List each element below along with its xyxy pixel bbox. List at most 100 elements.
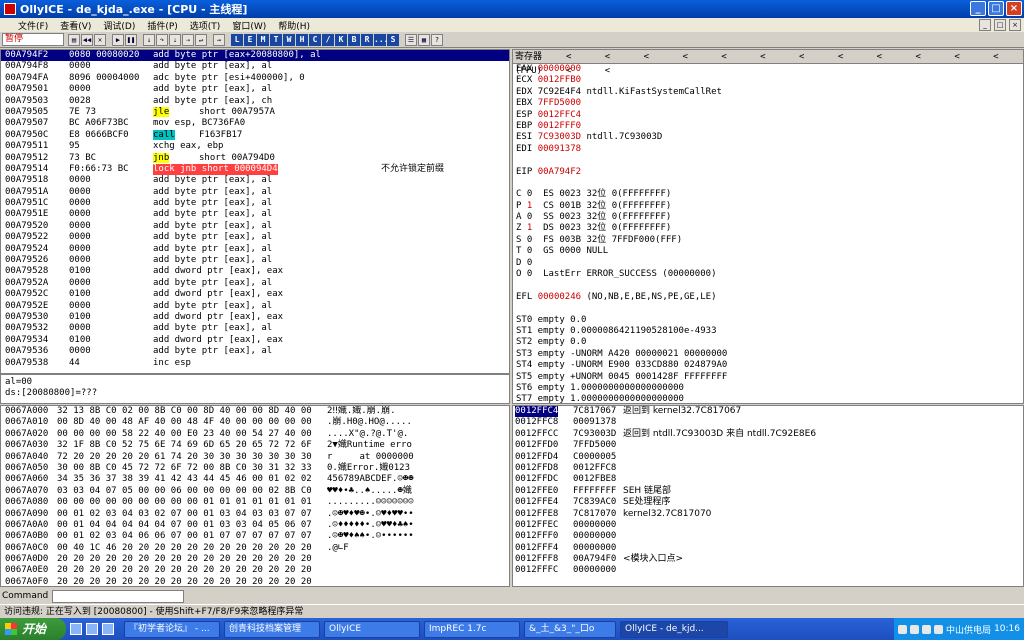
dump-row[interactable]: 0067A0E0 20 20 20 20 20 20 20 20 20 20 20…: [1, 565, 509, 576]
disasm-row[interactable]: 00A79520 0000 add byte ptr [eax], al: [1, 221, 509, 232]
toolbar-m-button[interactable]: M: [257, 33, 269, 46]
disasm-row[interactable]: 00A7951E 0000 add byte ptr [eax], al: [1, 209, 509, 220]
disasm-row[interactable]: 00A79524 0000 add byte ptr [eax], al: [1, 244, 509, 255]
dump-row[interactable]: 0067A010 00 8D 40 00 48 AF 40 00 48 4F 40…: [1, 417, 509, 428]
menu-debug[interactable]: 调试(D): [103, 19, 135, 32]
menu-help[interactable]: 帮助(H): [278, 19, 310, 32]
disasm-row[interactable]: 00A7952A 0000 add byte ptr [eax], al: [1, 278, 509, 289]
goto-icon[interactable]: →: [213, 33, 225, 46]
register-line[interactable]: EDX 7C92E4F4 ntdll.KiFastSystemCallRet: [513, 87, 1023, 98]
register-line[interactable]: P 1 CS 001B 32位 0(FFFFFFFF): [513, 201, 1023, 212]
step-into-icon[interactable]: ↓: [143, 33, 155, 46]
taskbar-button[interactable]: 创青科技档案管理: [224, 620, 320, 638]
taskbar-button[interactable]: OllyICE: [324, 620, 420, 638]
stack-row[interactable]: 0012FFCC 7C93003D 返回到 ntdll.7C93003D 来自 nt…: [513, 429, 1023, 440]
disasm-row[interactable]: 00A7951C 0000 add byte ptr [eax], al: [1, 198, 509, 209]
register-line[interactable]: ST1 empty 0.0000086421190528100e-4933: [513, 326, 1023, 337]
disasm-row[interactable]: 00A794F8 0000 add byte ptr [eax], al: [1, 61, 509, 72]
stack-pane[interactable]: 0012FFC4 7C817067 返回到 kernel32.7C817067 001…: [512, 405, 1024, 587]
dump-row[interactable]: 0067A080 00 00 00 00 00 00 00 00 00 01 01…: [1, 497, 509, 508]
stack-row[interactable]: 0012FFF8 00A794F0 <模块入口点>: [513, 554, 1023, 565]
register-line[interactable]: ST0 empty 0.0: [513, 315, 1023, 326]
register-line[interactable]: [513, 303, 1023, 314]
start-button[interactable]: 开始: [0, 618, 66, 640]
memory-dump-pane[interactable]: 0067A000 32 13 8B C0 02 00 8B C0 00 8D 40…: [0, 405, 510, 587]
dump-row[interactable]: 0067A040 72 20 20 20 20 20 61 74 20 30 30…: [1, 452, 509, 463]
pause-icon[interactable]: ❚❚: [125, 33, 137, 46]
register-line[interactable]: ST2 empty 0.0: [513, 337, 1023, 348]
dump-row[interactable]: 0067A000 32 13 8B C0 02 00 8B C0 00 8D 40…: [1, 406, 509, 417]
toolbar-r-button[interactable]: R: [361, 33, 373, 46]
quicklaunch-ie-icon[interactable]: [70, 623, 82, 635]
toolbar-s-button[interactable]: S: [387, 33, 399, 46]
trace-over-icon[interactable]: ⇢: [182, 33, 194, 46]
register-line[interactable]: ST7 empty 1.0000000000000000000: [513, 394, 1023, 403]
mdi-close-button[interactable]: ×: [1009, 19, 1021, 31]
register-line[interactable]: Z 1 DS 0023 32位 0(FFFFFFFF): [513, 223, 1023, 234]
register-line[interactable]: O 0 LastErr ERROR_SUCCESS (00000000): [513, 269, 1023, 280]
help-icon[interactable]: ?: [431, 33, 443, 46]
dump-row[interactable]: 0067A060 34 35 36 37 38 39 41 42 43 44 45…: [1, 474, 509, 485]
disasm-row[interactable]: 00A79536 0000 add byte ptr [eax], al: [1, 346, 509, 357]
dump-row[interactable]: 0067A070 03 03 04 07 05 00 00 06 00 00 00…: [1, 486, 509, 497]
command-input[interactable]: [52, 589, 185, 603]
register-line[interactable]: EBX 7FFD5000: [513, 98, 1023, 109]
register-line[interactable]: EIP 00A794F2: [513, 167, 1023, 178]
dump-row[interactable]: 0067A050 30 00 8B C0 45 72 72 6F 72 00 8B…: [1, 463, 509, 474]
stack-row[interactable]: 0012FFEC 00000000: [513, 520, 1023, 531]
taskbar-button[interactable]: ImpREC 1.7c: [424, 620, 520, 638]
disasm-row[interactable]: 00A79514 F0:66:73 BC lock jnb short 000094…: [1, 163, 509, 176]
register-line[interactable]: D 0: [513, 258, 1023, 269]
register-line[interactable]: S 0 FS 003B 32位 7FFDF000(FFF): [513, 235, 1023, 246]
toolbar-b-button[interactable]: B: [348, 33, 360, 46]
toolbar-e-button[interactable]: E: [244, 33, 256, 46]
step-over-icon[interactable]: ↷: [156, 33, 168, 46]
taskbar-button[interactable]: &_土_&3_"_口o: [524, 620, 616, 638]
menu-window[interactable]: 窗口(W): [232, 19, 266, 32]
open-icon[interactable]: ▤: [68, 33, 80, 46]
disasm-row[interactable]: 00A79522 0000 add byte ptr [eax], al: [1, 232, 509, 243]
toolbar-t-button[interactable]: T: [270, 33, 282, 46]
toolbar-dots-button[interactable]: ...: [374, 33, 388, 46]
tray-icon[interactable]: [922, 624, 932, 634]
disasm-row[interactable]: 00A794F2 0080 00080020 add byte ptr [eax+2…: [1, 50, 509, 62]
dump-row[interactable]: 0067A0F0 20 20 20 20 20 20 20 20 20 20 20…: [1, 577, 509, 586]
toolbar-slash-button[interactable]: /: [322, 33, 334, 46]
dump-row[interactable]: 0067A020 00 00 00 00 58 22 40 00 E0 23 40…: [1, 429, 509, 440]
registers-pane[interactable]: 寄存器 (FPU) < < < < < < < < < < < < < < EA…: [512, 49, 1024, 404]
disasm-row[interactable]: 00A79512 73 BC jnb short 00A794D0: [1, 152, 509, 164]
stack-row[interactable]: 0012FFC8 00091378: [513, 417, 1023, 428]
disasm-row[interactable]: 00A79503 0028 add byte ptr [eax], ch: [1, 96, 509, 107]
maximize-button[interactable]: □: [988, 1, 1004, 16]
close-process-icon[interactable]: ✕: [94, 33, 106, 46]
toolbar-w-button[interactable]: W: [283, 33, 295, 46]
tray-icon[interactable]: [934, 624, 944, 634]
register-line[interactable]: C 0 ES 0023 32位 0(FFFFFFFF): [513, 189, 1023, 200]
register-line[interactable]: EFL 00000246 (NO,NB,E,BE,NS,PE,GE,LE): [513, 292, 1023, 303]
tray-icon[interactable]: [898, 624, 908, 634]
list-icon[interactable]: ☰: [405, 33, 417, 46]
register-line[interactable]: ECX 0012FFB0: [513, 75, 1023, 86]
menu-view[interactable]: 查看(V): [60, 19, 91, 32]
disasm-row[interactable]: 00A79505 7E 73 jle short 00A7957A: [1, 106, 509, 118]
stack-row[interactable]: 0012FFD4 C0000005: [513, 452, 1023, 463]
register-line[interactable]: [513, 280, 1023, 291]
disasm-row[interactable]: 00A7951A 0000 add byte ptr [eax], al: [1, 187, 509, 198]
stack-row[interactable]: 0012FFE8 7C817070 kernel32.7C817070: [513, 509, 1023, 520]
register-line[interactable]: T 0 GS 0000 NULL: [513, 246, 1023, 257]
stack-row[interactable]: 0012FFF0 00000000: [513, 531, 1023, 542]
disassembly-pane[interactable]: 00A794F2 0080 00080020 add byte ptr [eax+2…: [0, 49, 510, 374]
register-line[interactable]: ST3 empty -UNORM A420 00000021 00000000: [513, 349, 1023, 360]
disasm-row[interactable]: 00A79532 0000 add byte ptr [eax], al: [1, 323, 509, 334]
register-line[interactable]: ESP 0012FFC4: [513, 110, 1023, 121]
dump-row[interactable]: 0067A0A0 00 01 04 04 04 04 04 07 00 01 03…: [1, 520, 509, 531]
toolbar-h-button[interactable]: H: [296, 33, 308, 46]
run-icon[interactable]: ▶: [112, 33, 124, 46]
register-line[interactable]: ESI 7C93003D ntdll.7C93003D: [513, 132, 1023, 143]
toolbar-k-button[interactable]: K: [335, 33, 347, 46]
stack-row[interactable]: 0012FFDC 0012FBE8: [513, 474, 1023, 485]
disasm-row[interactable]: 00A79501 0000 add byte ptr [eax], al: [1, 84, 509, 95]
register-line[interactable]: [513, 155, 1023, 166]
register-line[interactable]: ST6 empty 1.0000000000000000000: [513, 383, 1023, 394]
registers-nav-arrows[interactable]: < < < < < < < < < < < < < <: [566, 50, 1023, 76]
